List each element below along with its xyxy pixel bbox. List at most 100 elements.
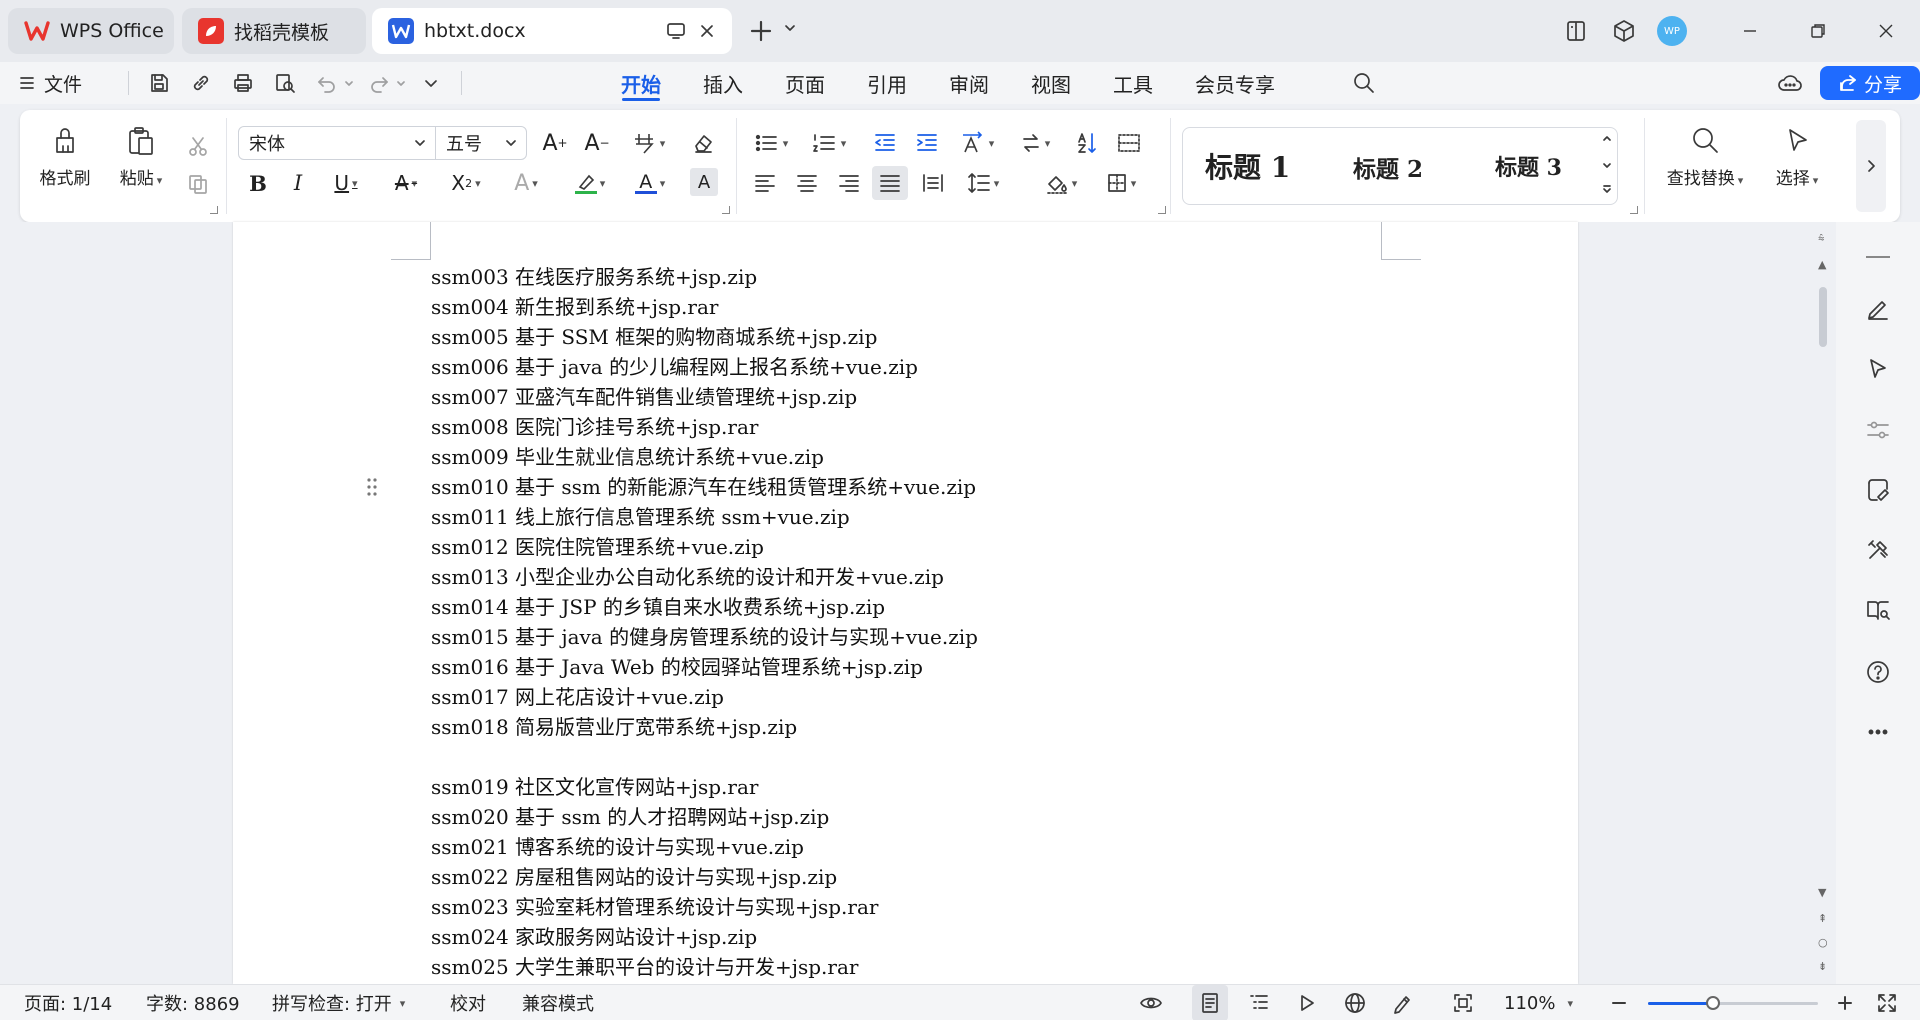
file-menu[interactable]: 文件	[18, 66, 82, 100]
scroll-up-icon[interactable]: ▲	[1818, 258, 1826, 271]
text-effect-icon[interactable]: A ▾	[502, 167, 550, 199]
document-text[interactable]: ssm003 在线医疗服务系统+jsp.zip ssm004 新生报到系统+jsp…	[431, 262, 978, 982]
underline-icon[interactable]: U ▾	[322, 167, 370, 199]
new-tab-plus-icon[interactable]	[744, 14, 778, 48]
document-page[interactable]: ssm003 在线医疗服务系统+jsp.zip ssm004 新生报到系统+jsp…	[233, 222, 1578, 984]
document-line[interactable]: ssm008 医院门诊挂号系统+jsp.rar	[431, 412, 978, 442]
cut-icon[interactable]	[182, 130, 214, 162]
align-center-icon[interactable]	[790, 167, 824, 199]
clear-format-icon[interactable]	[686, 127, 720, 159]
distribute-icon[interactable]	[916, 167, 950, 199]
font-name-select[interactable]: 宋体	[238, 126, 436, 160]
page-indicator[interactable]: 页面: 1/14	[24, 985, 112, 1020]
restore-icon[interactable]	[1784, 0, 1852, 62]
scrollbar-thumb[interactable]	[1819, 287, 1827, 347]
phonetic-guide-icon[interactable]: ▾	[624, 127, 672, 159]
style-heading-1[interactable]: 标题 1	[1205, 146, 1290, 186]
numbered-list-icon[interactable]: ▾	[806, 127, 852, 159]
tab-insert[interactable]: 插入	[682, 62, 764, 104]
page-view-icon[interactable]	[1192, 985, 1228, 1020]
style-heading-2[interactable]: 标题 2	[1353, 150, 1423, 184]
format-painter-button[interactable]: 格式刷	[36, 124, 94, 189]
shading-icon[interactable]: ▾	[1038, 167, 1084, 199]
table-grid-icon[interactable]	[1112, 127, 1146, 159]
document-line[interactable]: ssm014 基于 JSP 的乡镇自来水收费系统+jsp.zip	[431, 592, 978, 622]
italic-icon[interactable]: I	[282, 167, 314, 199]
tab-page[interactable]: 页面	[764, 62, 846, 104]
styles-scroll-down-icon[interactable]	[1601, 160, 1613, 172]
document-line[interactable]: ssm025 大学生兼职平台的设计与开发+jsp.rar	[431, 952, 978, 982]
proofread-button[interactable]: 校对	[450, 985, 486, 1020]
superscript-icon[interactable]: X 2 ▾	[442, 167, 490, 199]
document-line[interactable]: ssm011 线上旅行信息管理系统 ssm+vue.zip	[431, 502, 978, 532]
undo-chevron-icon[interactable]	[343, 77, 355, 89]
tab-review[interactable]: 审阅	[928, 62, 1010, 104]
search-icon[interactable]	[1345, 64, 1383, 102]
tab-list-chevron-icon[interactable]	[782, 20, 798, 36]
tab-tools[interactable]: 工具	[1092, 62, 1174, 104]
close-tab-icon[interactable]	[698, 22, 716, 40]
zoom-out-icon[interactable]	[1604, 985, 1634, 1020]
undo-icon[interactable]	[309, 66, 345, 100]
styles-scroll-up-icon[interactable]	[1601, 132, 1613, 144]
bold-icon[interactable]: B	[242, 167, 274, 199]
align-right-icon[interactable]	[832, 167, 866, 199]
pen-icon[interactable]	[1860, 290, 1896, 326]
font-color-icon[interactable]: A ▾	[626, 167, 674, 199]
document-line[interactable]: ssm022 房屋租售网站的设计与实现+jsp.zip	[431, 862, 978, 892]
font-size-select[interactable]: 五号	[435, 126, 527, 160]
document-line[interactable]: ssm021 博客系统的设计与实现+vue.zip	[431, 832, 978, 862]
styles-dialog-launcher[interactable]	[1630, 206, 1638, 214]
clipboard-dialog-launcher[interactable]	[210, 206, 218, 214]
paste-button[interactable]: 粘贴 ▾	[110, 124, 172, 189]
zoom-slider-knob[interactable]	[1705, 996, 1720, 1010]
web-view-icon[interactable]	[1340, 985, 1370, 1020]
document-line[interactable]: ssm016 基于 Java Web 的校园驿站管理系统+jsp.zip	[431, 652, 978, 682]
document-line[interactable]: ssm007 亚盛汽车配件销售业绩管理统+jsp.zip	[431, 382, 978, 412]
document-line[interactable]: ssm023 实验室耗材管理系统设计与实现+jsp.rar	[431, 892, 978, 922]
redo-chevron-icon[interactable]	[395, 77, 407, 89]
document-line[interactable]: ssm013 小型企业办公自动化系统的设计和开发+vue.zip	[431, 562, 978, 592]
write-mode-icon[interactable]	[1388, 985, 1418, 1020]
tab-references[interactable]: 引用	[846, 62, 928, 104]
document-line[interactable]: ssm005 基于 SSM 框架的购物商城系统+jsp.zip	[431, 322, 978, 352]
tab-document[interactable]: hbtxt.docx	[372, 8, 732, 54]
document-line[interactable]: ssm017 网上花店设计+vue.zip	[431, 682, 978, 712]
scroll-top-icon[interactable]: ⩯	[1818, 232, 1824, 246]
justify-icon[interactable]	[872, 166, 908, 200]
document-line[interactable]: ssm003 在线医疗服务系统+jsp.zip	[431, 262, 978, 292]
prev-page-icon[interactable]: ⇞	[1818, 912, 1827, 925]
document-line[interactable]: ssm012 医院住院管理系统+vue.zip	[431, 532, 978, 562]
align-left-icon[interactable]	[748, 167, 782, 199]
styles-expand-icon[interactable]	[1601, 184, 1613, 196]
font-dialog-launcher[interactable]	[722, 206, 730, 214]
document-line[interactable]: ssm020 基于 ssm 的人才招聘网站+jsp.zip	[431, 802, 978, 832]
save-icon[interactable]	[141, 66, 177, 100]
bullet-list-icon[interactable]: ▾	[748, 127, 794, 159]
document-line[interactable]: ssm004 新生报到系统+jsp.rar	[431, 292, 978, 322]
word-count[interactable]: 字数: 8869	[146, 985, 240, 1020]
grow-font-icon[interactable]: A +	[538, 127, 572, 159]
ribbon-expand-chevron-icon[interactable]	[1856, 120, 1886, 212]
sort-swap-icon[interactable]: ▾	[1012, 127, 1058, 159]
sort-az-icon[interactable]	[1070, 127, 1104, 159]
shrink-font-icon[interactable]: A −	[580, 127, 614, 159]
print-preview-icon[interactable]	[267, 66, 303, 100]
play-icon[interactable]	[1292, 985, 1322, 1020]
text-direction-icon[interactable]: ▾	[954, 127, 1000, 159]
document-line[interactable]: ssm006 基于 java 的少儿编程网上报名系统+vue.zip	[431, 352, 978, 382]
browse-object-icon[interactable]: ○	[1818, 936, 1828, 949]
strikethrough-icon[interactable]: A ▾	[382, 167, 430, 199]
document-line[interactable]: ssm018 简易版营业厅宽带系统+jsp.zip	[431, 712, 978, 742]
document-line[interactable]: ssm019 社区文化宣传网站+jsp.rar	[431, 772, 978, 802]
drag-handle-icon[interactable]	[365, 476, 379, 498]
spell-check-toggle[interactable]: 拼写检查: 打开 ▾	[272, 985, 405, 1020]
scroll-down-icon[interactable]: ▼	[1818, 886, 1826, 899]
fullscreen-icon[interactable]	[1870, 985, 1904, 1020]
document-line[interactable]: ssm024 家政服务网站设计+jsp.zip	[431, 922, 978, 952]
find-replace-button[interactable]: 查找替换 ▾	[1660, 124, 1750, 189]
redo-icon[interactable]	[361, 66, 397, 100]
link-icon[interactable]	[183, 66, 219, 100]
copy-icon[interactable]	[182, 168, 214, 200]
borders-icon[interactable]: ▾	[1098, 167, 1144, 199]
